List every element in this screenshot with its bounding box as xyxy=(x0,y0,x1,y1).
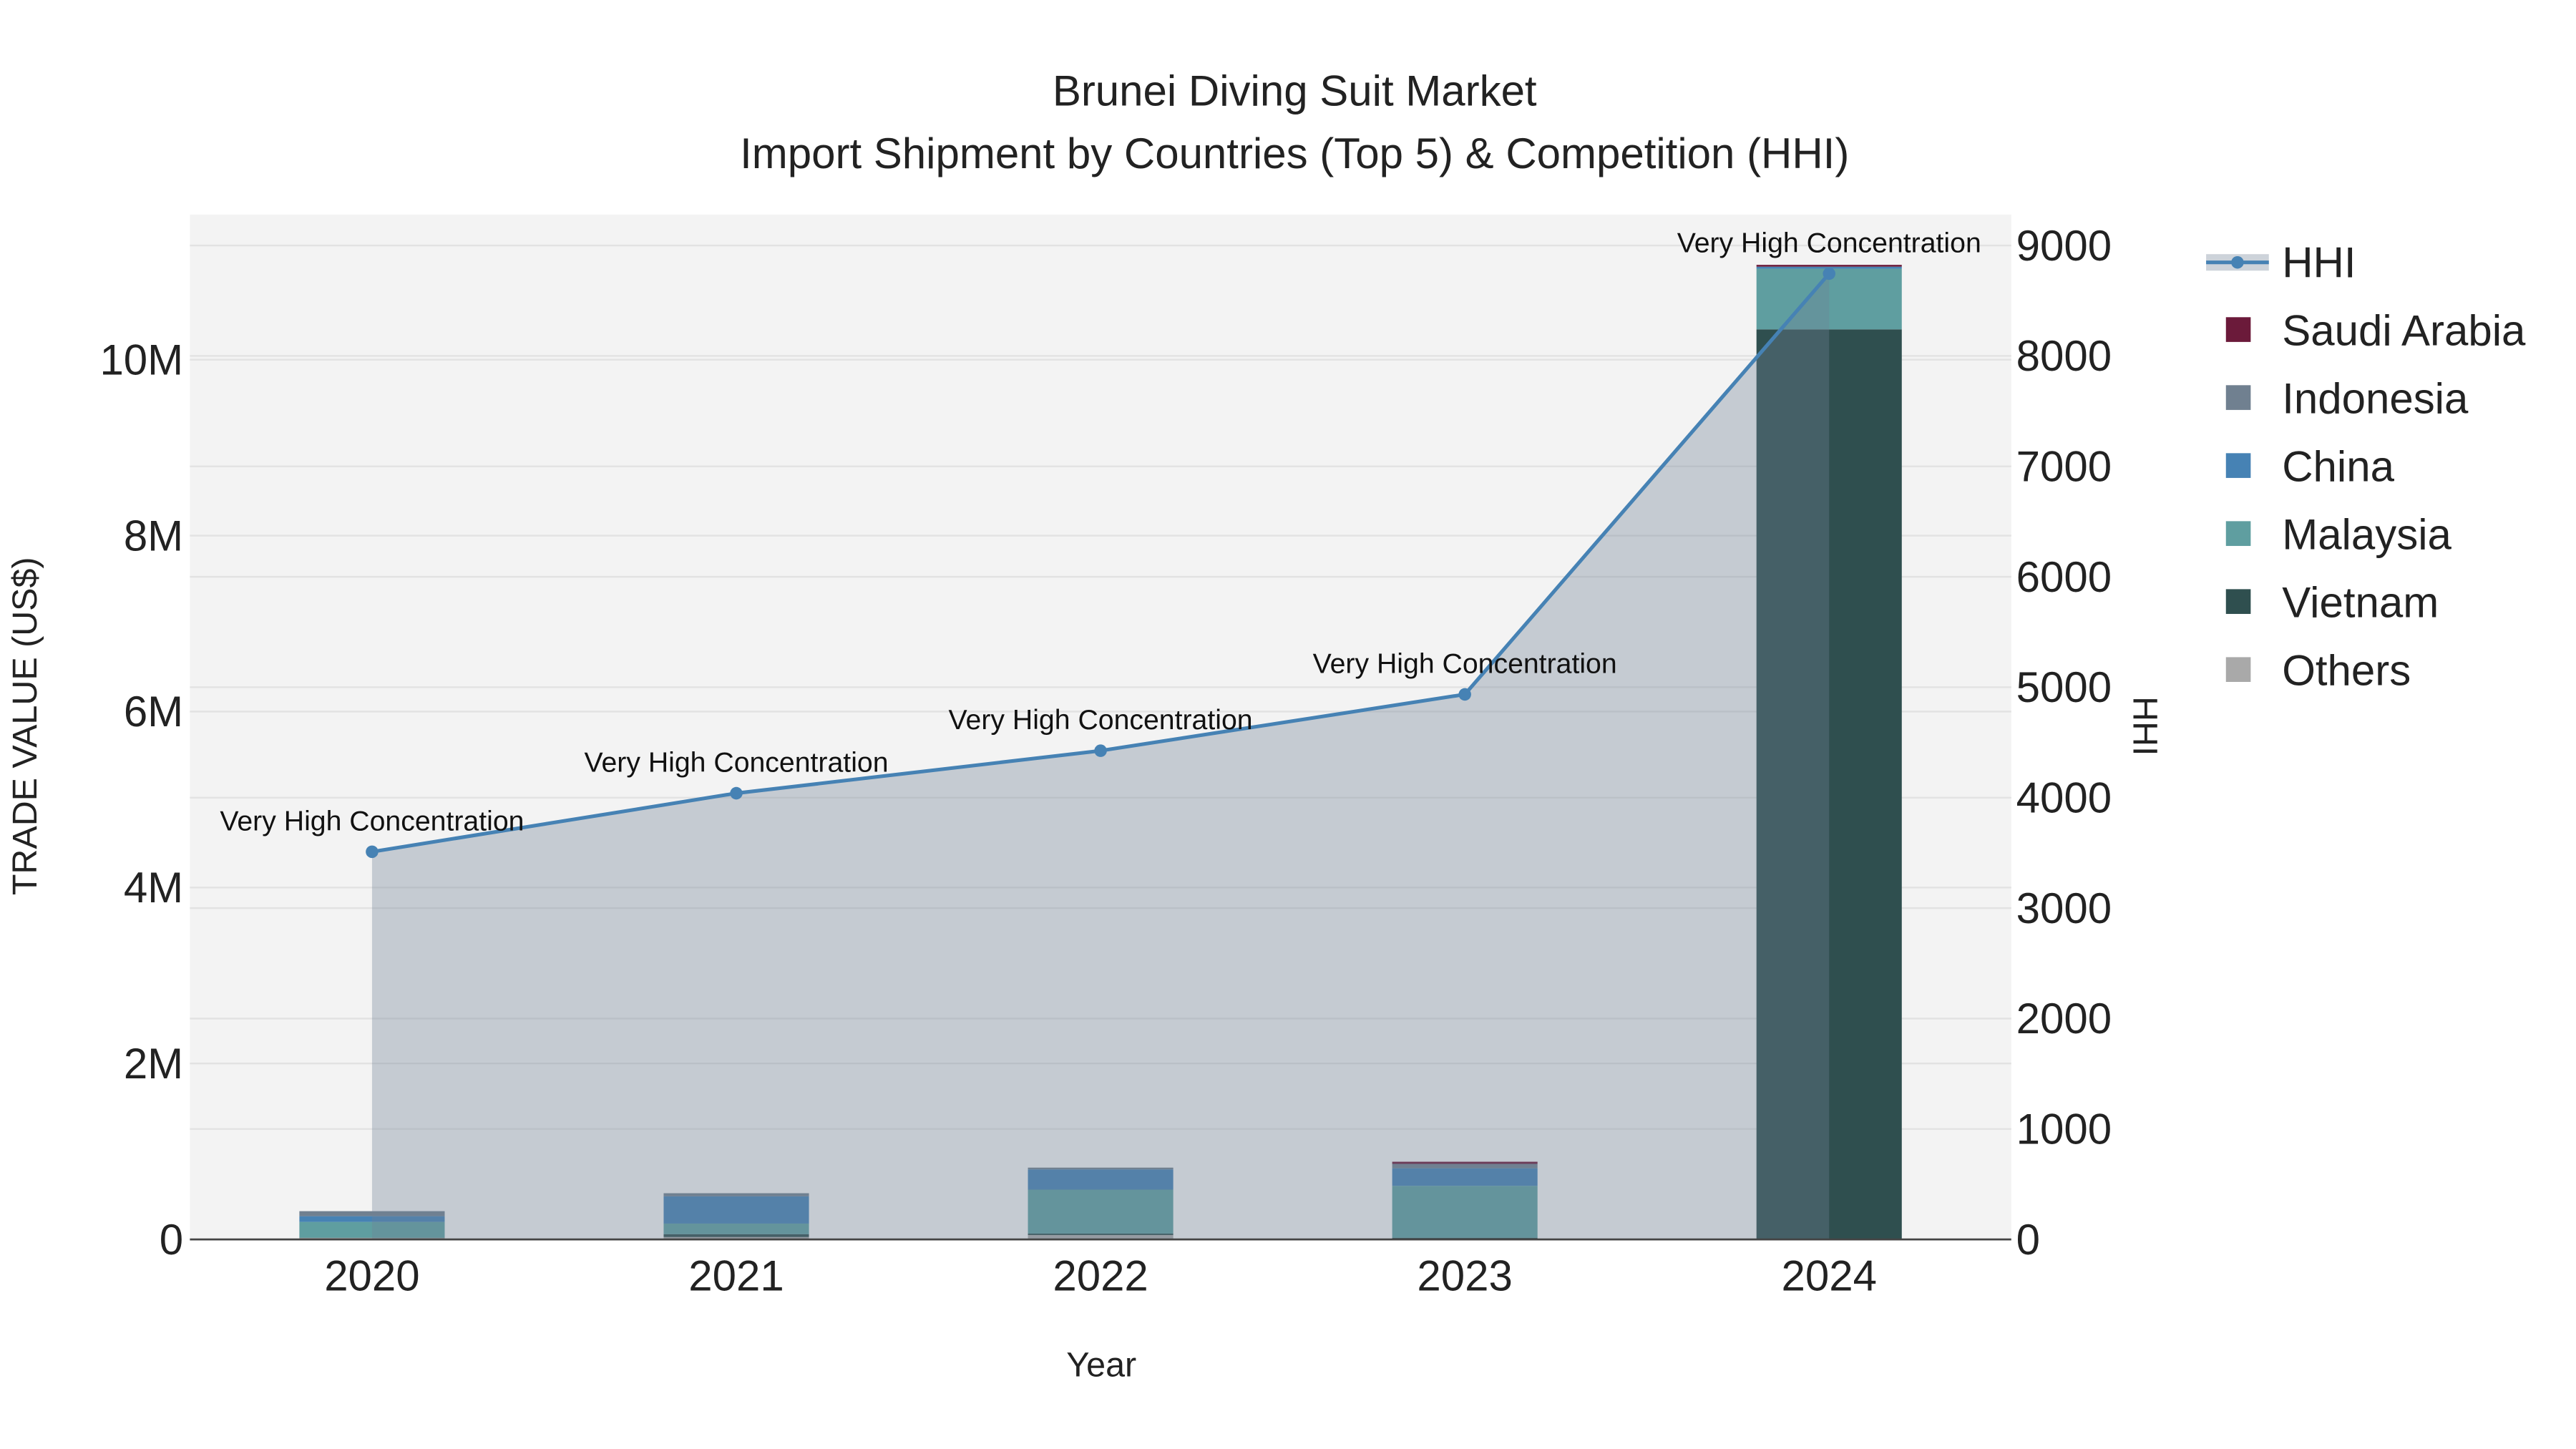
x-tick-label: 2023 xyxy=(1417,1252,1512,1300)
legend-swatch-indonesia xyxy=(2225,385,2251,410)
chart: Very High Concentration Very High Concent… xyxy=(6,67,2526,1385)
legend-label: Malaysia xyxy=(2282,511,2451,559)
y-tick-label: 4M xyxy=(124,864,183,912)
y2-tick-label: 9000 xyxy=(2016,222,2112,270)
legend-swatch-china xyxy=(2225,453,2251,478)
x-tick-label: 2022 xyxy=(1053,1252,1148,1300)
legend-swatch-others xyxy=(2225,657,2251,682)
y2-tick-label: 6000 xyxy=(2016,553,2112,601)
y2-tick-label: 1000 xyxy=(2016,1106,2112,1153)
legend-swatch-saudi-arabia xyxy=(2225,317,2251,342)
x-tick-label: 2021 xyxy=(688,1252,784,1300)
hhi-point xyxy=(1094,744,1107,757)
hhi-annotation: Very High Concentration xyxy=(1313,648,1617,679)
bar-saudi-arabia-2024 xyxy=(1756,265,1902,267)
y2-tick-label: 0 xyxy=(2016,1216,2040,1264)
legend-label: Vietnam xyxy=(2282,579,2439,627)
x-axis-ticks: 2020 2021 2022 2023 2024 xyxy=(324,1252,1877,1300)
hhi-point xyxy=(730,786,743,800)
y2-axis-ticks: 0 1000 2000 3000 4000 5000 6000 7000 8000 9000 xyxy=(2016,222,2112,1264)
legend-label: Indonesia xyxy=(2282,375,2469,423)
x-axis-title: Year xyxy=(1066,1346,1136,1385)
y2-tick-label: 7000 xyxy=(2016,442,2112,490)
y-axis-ticks: 0 2M 4M 6M 8M 10M xyxy=(99,336,183,1263)
legend-label: China xyxy=(2282,443,2394,491)
hhi-annotation: Very High Concentration xyxy=(949,705,1253,736)
hhi-annotation: Very High Concentration xyxy=(220,806,524,836)
y-tick-label: 8M xyxy=(124,512,183,560)
legend-label: HHI xyxy=(2282,238,2356,286)
y2-tick-label: 8000 xyxy=(2016,332,2112,380)
legend-swatch-malaysia xyxy=(2225,521,2251,546)
hhi-annotation: Very High Concentration xyxy=(584,748,888,779)
legend-label: Saudi Arabia xyxy=(2282,307,2526,355)
chart-title: Brunei Diving Suit Market xyxy=(1053,67,1537,115)
x-tick-label: 2020 xyxy=(324,1252,419,1300)
legend-swatch-hhi-marker xyxy=(2231,255,2244,269)
y-tick-label: 10M xyxy=(99,336,183,384)
y-tick-label: 2M xyxy=(124,1040,183,1088)
legend-label: Others xyxy=(2282,647,2411,695)
hhi-point xyxy=(366,845,379,859)
chart-subtitle: Import Shipment by Countries (Top 5) & C… xyxy=(740,130,1849,177)
hhi-annotation: Very High Concentration xyxy=(1677,228,1981,258)
legend: HHI Saudi Arabia Indonesia China Malaysia Vie… xyxy=(2206,238,2526,695)
y2-tick-label: 5000 xyxy=(2016,663,2112,711)
y-tick-label: 6M xyxy=(124,688,183,736)
y-axis-title: TRADE VALUE (US$) xyxy=(6,557,44,895)
legend-swatch-vietnam xyxy=(2225,589,2251,614)
y2-axis-title: HHI xyxy=(2126,696,2165,756)
y-tick-label: 0 xyxy=(160,1216,183,1264)
hhi-point xyxy=(1823,267,1835,280)
y2-tick-label: 2000 xyxy=(2016,995,2112,1043)
x-tick-label: 2024 xyxy=(1782,1252,1877,1300)
y2-tick-label: 4000 xyxy=(2016,774,2112,822)
hhi-point xyxy=(1458,688,1471,701)
y2-tick-label: 3000 xyxy=(2016,884,2112,932)
